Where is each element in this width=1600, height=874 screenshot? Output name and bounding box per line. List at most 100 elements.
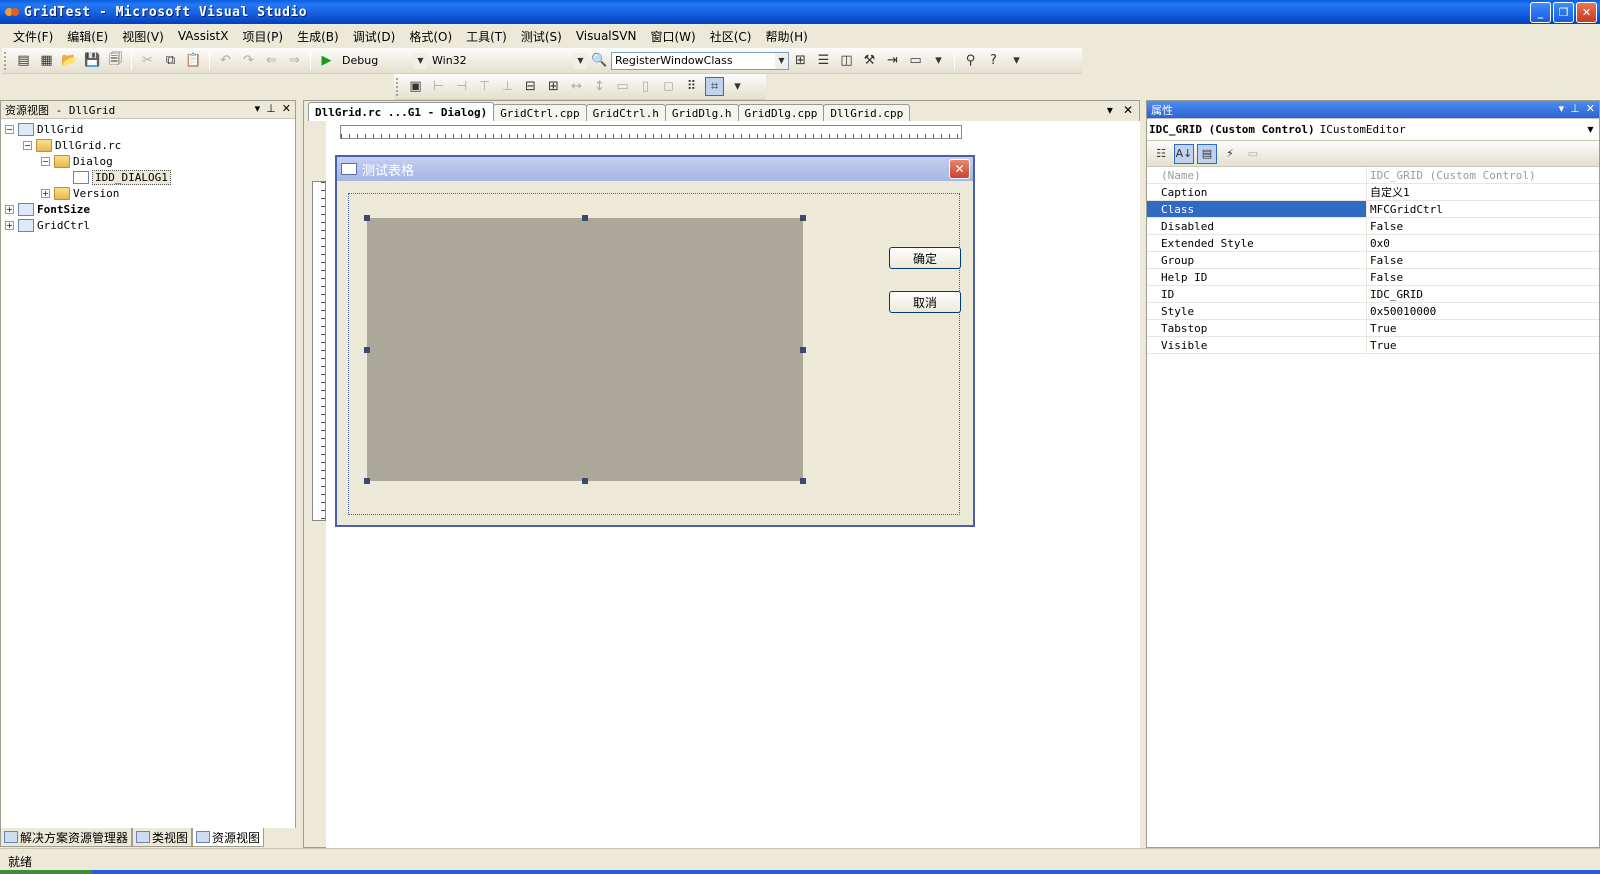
command-window-icon[interactable]: ▭	[906, 51, 925, 70]
toggle-grid-icon[interactable]: ⠿	[682, 77, 701, 96]
test-dialog-icon[interactable]: ▣	[406, 77, 425, 96]
tab-class-view[interactable]: 类视图	[132, 828, 193, 847]
center-vertical-icon[interactable]: ⊟	[521, 77, 540, 96]
maximize-button[interactable]: ❐	[1553, 2, 1574, 23]
tab-griddlg-cpp[interactable]: GridDlg.cpp	[737, 104, 825, 121]
navigate-back-icon[interactable]: ⇐	[262, 51, 281, 70]
auto-hide-pin-icon[interactable]: ⊥	[266, 102, 276, 115]
resize-handle[interactable]	[364, 347, 370, 353]
space-across-icon[interactable]: ↔	[567, 77, 586, 96]
property-row[interactable]: Help ID False	[1147, 269, 1599, 286]
tree-item-version[interactable]: + Version	[1, 185, 295, 201]
find-in-files-icon[interactable]: 🔍	[590, 51, 609, 70]
resize-handle[interactable]	[800, 478, 806, 484]
resize-handle[interactable]	[582, 215, 588, 221]
tree-item-dllgrid[interactable]: − DllGrid	[1, 121, 295, 137]
menu-vassistx[interactable]: VAssistX	[171, 27, 236, 45]
property-row[interactable]: Style 0x50010000	[1147, 303, 1599, 320]
auto-hide-pin-icon[interactable]: ⊥	[1570, 102, 1580, 115]
active-files-icon[interactable]: ▾	[1107, 103, 1113, 117]
close-icon[interactable]: ✕	[282, 102, 291, 115]
resize-handle[interactable]	[364, 478, 370, 484]
navigate-forward-icon[interactable]: ⇒	[285, 51, 304, 70]
menu-debug[interactable]: 调试(D)	[346, 26, 403, 47]
resize-handle[interactable]	[800, 347, 806, 353]
start-page-icon[interactable]: ⇥	[883, 51, 902, 70]
menu-view[interactable]: 视图(V)	[115, 26, 171, 47]
object-browser-icon[interactable]: ◫	[837, 51, 856, 70]
tab-dllgrid-rc-dialog[interactable]: DllGrid.rc ...G1 - Dialog)	[308, 102, 495, 121]
tab-gridctrl-cpp[interactable]: GridCtrl.cpp	[493, 104, 587, 121]
property-value[interactable]: MFCGridCtrl	[1367, 201, 1599, 217]
tab-dllgrid-cpp[interactable]: DllGrid.cpp	[823, 104, 911, 121]
close-icon[interactable]: ✕	[1586, 102, 1595, 115]
save-all-icon[interactable]: 🗐	[106, 51, 125, 70]
menu-project[interactable]: 项目(P)	[235, 26, 290, 47]
alphabetical-icon[interactable]: A↓	[1174, 143, 1194, 164]
solution-explorer-icon[interactable]: ⊞	[791, 51, 810, 70]
menu-visualsvn[interactable]: VisualSVN	[569, 27, 644, 45]
expand-icon[interactable]: +	[5, 204, 14, 214]
make-same-width-icon[interactable]: ▭	[613, 77, 632, 96]
vertical-ruler[interactable]	[312, 181, 326, 521]
align-bottom-icon[interactable]: ⊥	[498, 77, 517, 96]
expand-icon[interactable]: +	[5, 220, 14, 230]
property-row[interactable]: Disabled False	[1147, 218, 1599, 235]
start-debug-icon[interactable]: ▶	[317, 51, 336, 70]
test-dialog-icon[interactable]: ⚲	[961, 51, 980, 70]
cancel-button[interactable]: 取消	[889, 291, 961, 313]
find-combo[interactable]: RegisterWindowClass ▼	[611, 51, 789, 70]
properties-window-icon[interactable]: ☰	[814, 51, 833, 70]
object-selector[interactable]: IDC_GRID (Custom Control) ICustomEditor …	[1147, 119, 1599, 141]
menu-test[interactable]: 测试(S)	[514, 26, 569, 47]
cut-icon[interactable]: ✂	[138, 51, 157, 70]
align-right-icon[interactable]: ⊣	[452, 77, 471, 96]
menu-window[interactable]: 窗口(W)	[643, 26, 702, 47]
property-pages-icon[interactable]: ▭	[1243, 144, 1263, 164]
ok-button[interactable]: 确定	[889, 247, 961, 269]
property-row[interactable]: (Name) IDC_GRID (Custom Control)	[1147, 167, 1599, 184]
property-row[interactable]: Group False	[1147, 252, 1599, 269]
close-document-icon[interactable]: ✕	[1123, 103, 1133, 117]
make-same-height-icon[interactable]: ▯	[636, 77, 655, 96]
collapse-icon[interactable]: −	[23, 140, 32, 150]
tab-solution-explorer[interactable]: 解决方案资源管理器	[0, 828, 133, 847]
tree-item-gridctrl[interactable]: + GridCtrl	[1, 217, 295, 233]
window-position-icon[interactable]: ▾	[255, 102, 261, 115]
collapse-icon[interactable]: −	[41, 156, 50, 166]
close-button[interactable]: ✕	[1576, 2, 1597, 23]
properties-icon[interactable]: ▤	[1197, 143, 1217, 164]
menu-help[interactable]: 帮助(H)	[758, 26, 814, 47]
help-icon[interactable]: ?	[984, 51, 1003, 70]
tree-item-dialog[interactable]: − Dialog	[1, 153, 295, 169]
menu-file[interactable]: 文件(F)	[6, 26, 60, 47]
minimize-button[interactable]: _	[1530, 2, 1551, 23]
tree-item-idd-dialog1[interactable]: IDD_DIALOG1	[1, 169, 295, 185]
toolbar-grip[interactable]	[4, 51, 8, 70]
platform-select[interactable]: Win32 ▼	[428, 52, 588, 70]
add-item-icon[interactable]: ▦	[37, 51, 56, 70]
resize-handle[interactable]	[800, 215, 806, 221]
paste-icon[interactable]: 📋	[184, 51, 203, 70]
tab-griddlg-h[interactable]: GridDlg.h	[664, 104, 739, 121]
tree-item-dllgrid-rc[interactable]: − DllGrid.rc	[1, 137, 295, 153]
menu-community[interactable]: 社区(C)	[703, 26, 759, 47]
design-dialog[interactable]: 测试表格 ✕ 确定 取消	[335, 155, 975, 527]
custom-grid-control[interactable]	[367, 218, 803, 481]
undo-icon[interactable]: ↶	[216, 51, 235, 70]
center-horizontal-icon[interactable]: ⊞	[544, 77, 563, 96]
toolbar-options-icon[interactable]: ▾	[929, 51, 948, 70]
open-file-icon[interactable]: 📂	[60, 51, 79, 70]
expand-icon[interactable]: +	[41, 188, 50, 198]
save-icon[interactable]: 💾	[83, 51, 102, 70]
menu-tools[interactable]: 工具(T)	[459, 26, 514, 47]
property-row[interactable]: Extended Style 0x0	[1147, 235, 1599, 252]
property-row[interactable]: Class MFCGridCtrl	[1147, 201, 1599, 218]
property-row[interactable]: Visible True	[1147, 337, 1599, 354]
toolbox-icon[interactable]: ⚒	[860, 51, 879, 70]
resize-handle[interactable]	[582, 478, 588, 484]
align-top-icon[interactable]: ⊤	[475, 77, 494, 96]
menu-format[interactable]: 格式(O)	[402, 26, 459, 47]
align-left-icon[interactable]: ⊢	[429, 77, 448, 96]
make-same-size-icon[interactable]: ◻	[659, 77, 678, 96]
